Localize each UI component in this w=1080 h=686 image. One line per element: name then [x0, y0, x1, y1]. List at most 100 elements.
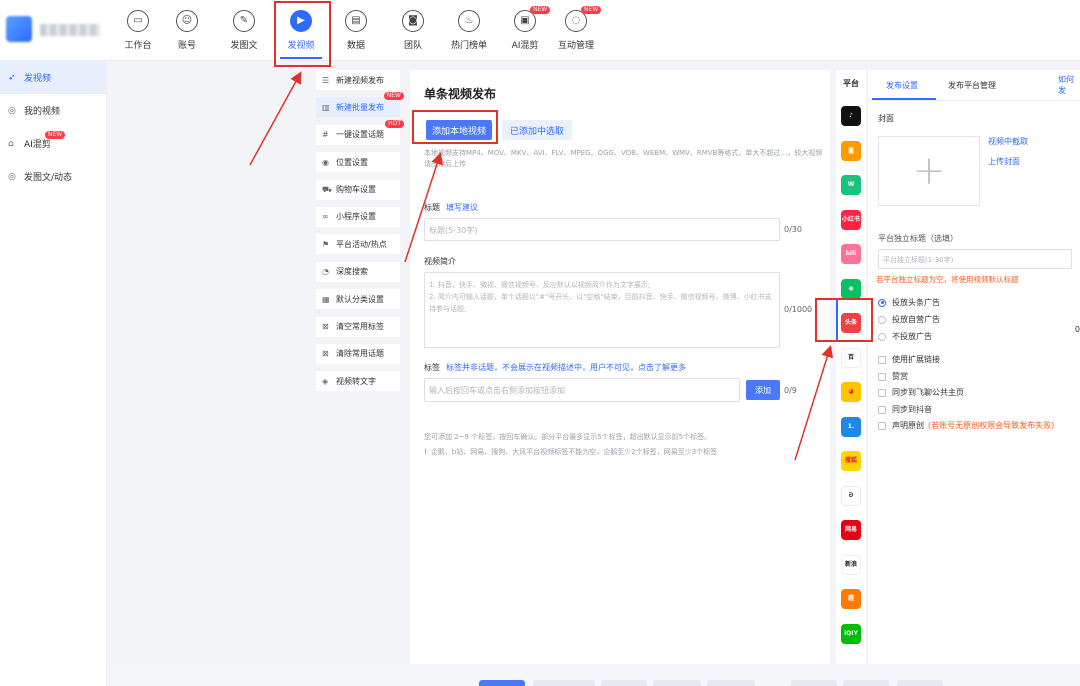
- menu-clear-tags[interactable]: ⊠ 清空常用标签: [316, 316, 400, 337]
- top-nav-bar: ▭ 工作台 ☺ 账号 ✎ 发图文 ▶ 发视频 ▤ 数据 ◙ 团队 ♨ 热门榜单 …: [0, 0, 1080, 61]
- bottom-button[interactable]: [601, 680, 647, 686]
- checkbox-sync-feiliao[interactable]: 同步到飞聊公共主页: [878, 387, 964, 398]
- qutoutiao-icon[interactable]: 趣: [841, 589, 861, 609]
- hash-icon: #: [322, 130, 329, 140]
- qq-icon[interactable]: ◕: [841, 382, 861, 402]
- video-circle-icon: ◎: [8, 105, 16, 116]
- title-field-label: 标题 填写建议: [424, 203, 478, 212]
- menu-cart[interactable]: ⛟ 购物车设置: [316, 179, 400, 200]
- checkbox-extended-link[interactable]: 使用扩展链接: [878, 354, 940, 365]
- nav-interaction[interactable]: ◌ NEW 互动管理: [548, 6, 604, 51]
- desc-field-label: 视频简介: [424, 257, 456, 266]
- batch-icon: ▥: [322, 102, 330, 112]
- iqiyi-icon[interactable]: iQIY: [841, 623, 861, 644]
- nav-post-video[interactable]: ▶ 发视频: [273, 10, 329, 51]
- checkbox-sync-douyin[interactable]: 同步到抖音: [878, 404, 932, 415]
- bottom-button[interactable]: [653, 680, 701, 686]
- format-hint: 本地视频支持MP4、MOV、MKV、AVI、FLV、MPEG、OGG、VOB、W…: [424, 149, 823, 168]
- send-icon: ➶: [8, 72, 16, 83]
- convert-icon: ◈: [322, 376, 329, 386]
- checkbox-icon: [878, 421, 886, 430]
- yidian-icon[interactable]: 1.: [841, 416, 861, 437]
- menu-mini-program[interactable]: ∞ 小程序设置: [316, 206, 400, 227]
- app-logo[interactable]: [6, 16, 32, 42]
- title-suggestion-link[interactable]: 填写建议: [446, 203, 478, 212]
- description-textarea[interactable]: 1. 抖音、快手、微视、微信视频号、反应默认以视频简介作为文字展示; 2. 简介…: [424, 272, 780, 348]
- bottom-button[interactable]: [897, 680, 943, 686]
- tab-how-to[interactable]: 如何发: [1058, 70, 1080, 100]
- select-existing-button[interactable]: 已添加中选取: [502, 120, 572, 140]
- nav-post-article[interactable]: ✎ 发图文: [216, 10, 272, 51]
- sohu-icon[interactable]: 搜狐: [841, 451, 861, 471]
- flag-icon: ⚑: [322, 239, 330, 249]
- bilibili-icon[interactable]: bili: [841, 244, 861, 264]
- sidebar-item-my-videos[interactable]: ◎ 我的视频: [0, 94, 106, 127]
- feather-icon: ✎: [233, 10, 255, 32]
- checkbox-reward[interactable]: 赞赏: [878, 371, 908, 382]
- wechat-icon[interactable]: ◉: [841, 278, 861, 299]
- upload-cover-link[interactable]: 上传封面: [988, 156, 1020, 167]
- nav-workbench[interactable]: ▭ 工作台: [110, 10, 166, 51]
- tab-publish-settings[interactable]: 发布设置: [886, 70, 918, 100]
- tab-platform-management[interactable]: 发布平台管理: [948, 70, 996, 100]
- add-tag-button[interactable]: 添加: [746, 380, 780, 400]
- menu-location[interactable]: ◉ 位置设置: [316, 152, 400, 173]
- new-badge: NEW: [383, 92, 404, 101]
- toutiao-icon[interactable]: 头条: [841, 313, 861, 333]
- independent-title-input[interactable]: 平台独立标题(1-30字): [878, 249, 1072, 269]
- nav-account[interactable]: ☺ 账号: [159, 10, 215, 51]
- cover-upload-box[interactable]: +: [878, 136, 980, 206]
- menu-platform-activity[interactable]: ⚑ 平台活动/热点: [316, 234, 400, 255]
- menu-clear-topics[interactable]: ⊠ 清除常用话题: [316, 343, 400, 364]
- xiaohongshu-icon[interactable]: 小红书: [841, 209, 861, 230]
- bottom-button[interactable]: [843, 680, 889, 686]
- bottom-action-bar: [107, 664, 1080, 686]
- weishi-icon[interactable]: W: [841, 175, 861, 195]
- menu-deep-search[interactable]: ◔ 深度搜索: [316, 261, 400, 282]
- nav-data[interactable]: ▤ 数据: [328, 10, 384, 51]
- kuaishou-icon[interactable]: ◙: [841, 140, 861, 161]
- menu-video-to-text[interactable]: ◈ 视频转文字: [316, 371, 400, 392]
- tag-info-link[interactable]: 标签并非话题，不会展示在视频描述中，用户不可见，点击了解更多: [446, 363, 686, 372]
- radio-self-ads[interactable]: 投放自营广告: [878, 314, 940, 325]
- bottom-button[interactable]: [707, 680, 755, 686]
- bottom-primary-button[interactable]: [479, 680, 525, 686]
- baijiahao-icon[interactable]: 百: [841, 347, 861, 368]
- menu-one-click-topic[interactable]: # 一键设置话题 HOT: [316, 119, 404, 145]
- bottom-button[interactable]: [791, 680, 837, 686]
- list-icon: ☰: [322, 75, 330, 85]
- checkbox-icon: [878, 405, 886, 414]
- menu-new-video-post[interactable]: ☰ 新建视频发布: [316, 70, 400, 90]
- radio-icon: [878, 315, 886, 324]
- netease-icon[interactable]: 网易: [841, 520, 861, 540]
- nav-team[interactable]: ◙ 团队: [385, 10, 441, 51]
- new-badge: NEW: [581, 6, 602, 14]
- sidebar-item-post-video[interactable]: ➶ 发视频: [0, 61, 106, 94]
- new-badge: NEW: [45, 131, 66, 139]
- dafeng-icon[interactable]: ᘐ: [841, 485, 861, 506]
- link-icon: ∞: [322, 212, 329, 222]
- radio-toutiao-ads[interactable]: 投放头条广告: [878, 297, 940, 308]
- checkbox-declare-original[interactable]: 声明原创 (若账号无原创权限会导致发布失败): [878, 420, 1054, 431]
- original-warning: (若账号无原创权限会导致发布失败): [928, 421, 1055, 430]
- tab-divider: [868, 100, 1080, 101]
- bottom-button[interactable]: [533, 680, 595, 686]
- settings-menu: ☰ 新建视频发布 ▥ 新建批量发布 NEW # 一键设置话题 HOT ◉ 位置设置 ⛟ 购物车…: [316, 70, 404, 399]
- nav-ai-mix[interactable]: ▣ NEW AI混剪: [497, 6, 553, 51]
- radio-no-ads[interactable]: 不投放广告: [878, 331, 932, 342]
- tag-tips: 您可添加 2~9 个标签，按回车确认。部分平台最多显示5个标签，超出默认显示前5…: [424, 433, 718, 456]
- add-local-video-button[interactable]: 添加本地视频: [426, 120, 492, 140]
- tag-input[interactable]: 输入后按回车或点击右侧添加按钮添加: [424, 378, 740, 402]
- sidebar-item-ai-mix[interactable]: ⌂ AI混剪 NEW: [0, 127, 106, 160]
- tag-field-label: 标签 标签并非话题，不会展示在视频描述中，用户不可见，点击了解更多: [424, 363, 686, 372]
- menu-new-batch-post[interactable]: ▥ 新建批量发布 NEW: [316, 92, 404, 118]
- clear-tag-icon: ⊠: [322, 322, 329, 332]
- nav-hot-list[interactable]: ♨ 热门榜单: [441, 10, 497, 51]
- sidebar-item-post-dynamic[interactable]: ◎ 发图文/动态: [0, 160, 106, 193]
- hot-badge: HOT: [385, 119, 404, 128]
- menu-default-category[interactable]: ▦ 默认分类设置: [316, 289, 400, 310]
- xinlang-icon[interactable]: 新浪: [841, 554, 861, 575]
- title-input[interactable]: 标题(5-30字): [424, 218, 780, 241]
- capture-from-video-link[interactable]: 视频中截取: [988, 136, 1028, 147]
- douyin-icon[interactable]: ♪: [841, 106, 861, 126]
